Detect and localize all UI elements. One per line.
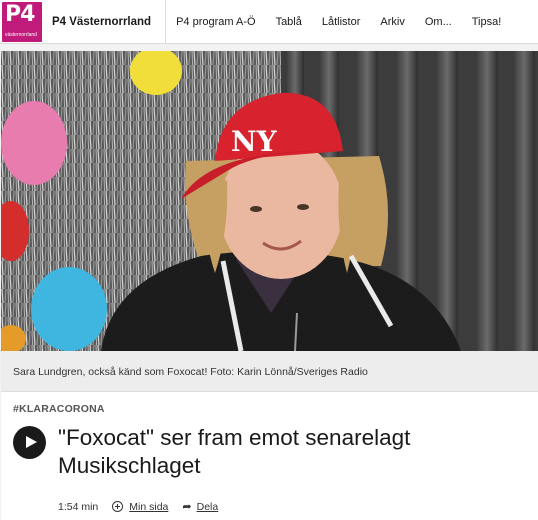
nav-tipsa[interactable]: Tipsa! <box>462 0 512 44</box>
nav-program[interactable]: P4 program A-Ö <box>166 0 265 44</box>
my-page-label: Min sida <box>129 500 169 513</box>
hero-image: NY <box>1 51 538 351</box>
logo-subtitle: västernorrland <box>5 31 37 38</box>
logo-mark: P4 <box>5 1 35 27</box>
nav-tabla[interactable]: Tablå <box>266 0 312 44</box>
image-caption: Sara Lundgren, också känd som Foxocat! F… <box>13 366 368 378</box>
nav-arkiv[interactable]: Arkiv <box>370 0 414 44</box>
nav-om[interactable]: Om... <box>415 0 462 44</box>
portrait-illustration: NY <box>1 51 538 351</box>
share-label: Dela <box>196 500 219 513</box>
station-name[interactable]: P4 Västernorrland <box>52 0 165 44</box>
p4-logo[interactable]: P4 västernorrland <box>2 1 42 42</box>
article-meta: 1:54 min Min sida ➦ Dela <box>58 500 232 514</box>
share-arrow-icon: ➦ <box>182 501 192 513</box>
article-header: #KLARACORONA "Foxocat" ser fram emot sen… <box>1 392 538 520</box>
article-title: "Foxocat" ser fram emot senarelagt Musik… <box>58 425 411 478</box>
play-button[interactable] <box>13 426 46 459</box>
article-tag[interactable]: #KLARACORONA <box>13 403 105 415</box>
cap-logo: NY <box>231 125 278 158</box>
nav-latlistor[interactable]: Låtlistor <box>312 0 371 44</box>
top-navigation: P4 västernorrland P4 Västernorrland P4 p… <box>0 0 538 44</box>
duration: 1:54 min <box>58 500 99 513</box>
my-page-button[interactable]: Min sida <box>112 501 168 513</box>
image-caption-bar: Sara Lundgren, också känd som Foxocat! F… <box>1 351 538 392</box>
main-nav: P4 program A-Ö Tablå Låtlistor Arkiv Om.… <box>166 0 511 44</box>
plus-circle-icon <box>112 501 124 512</box>
share-button[interactable]: ➦ Dela <box>182 500 219 514</box>
